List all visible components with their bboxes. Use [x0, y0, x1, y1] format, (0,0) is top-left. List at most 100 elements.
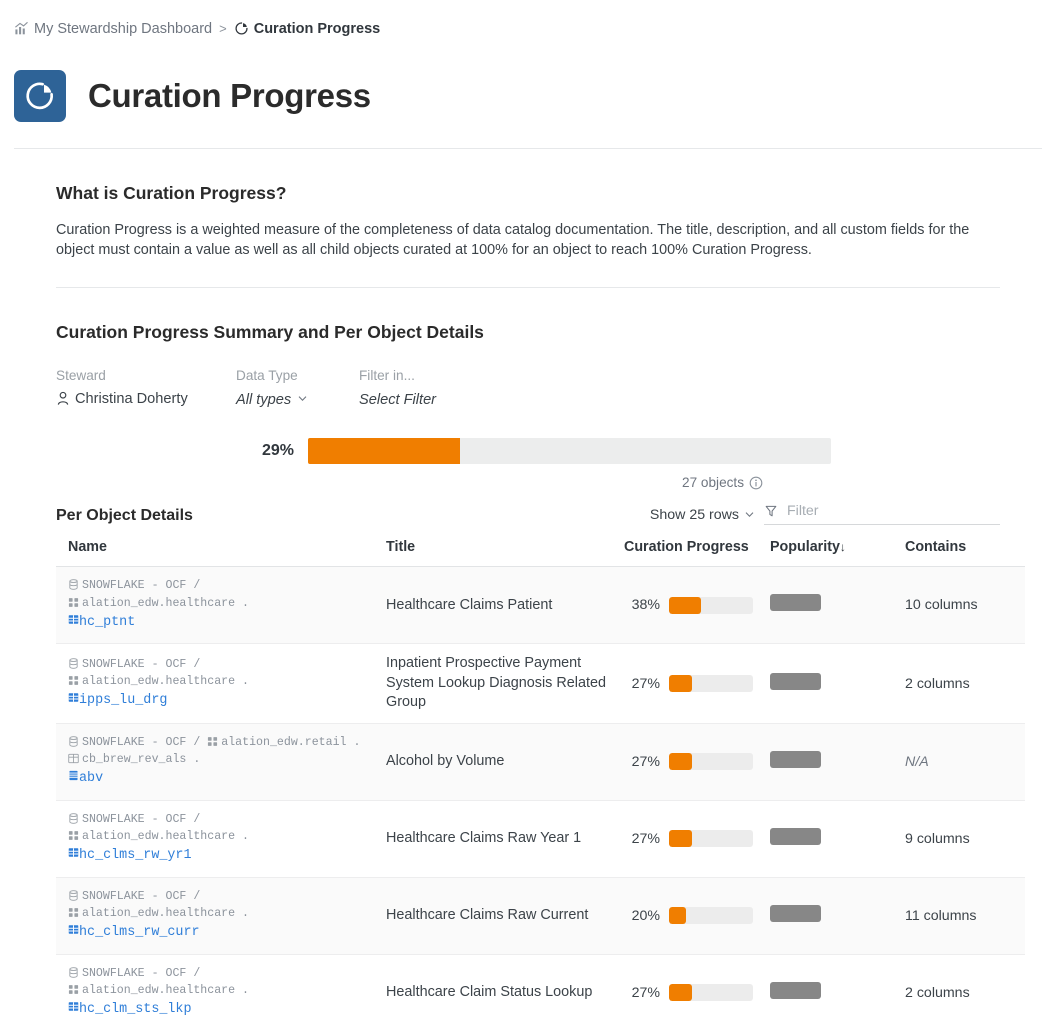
cell-curation-progress: 27%	[624, 954, 770, 1016]
curation-progress-fill	[669, 830, 692, 848]
path-segment[interactable]: SNOWFLAKE - OCF /	[68, 890, 200, 903]
table-row[interactable]: SNOWFLAKE - OCF / alation_edw.healthcare…	[56, 877, 1025, 955]
table-row[interactable]: SNOWFLAKE - OCF / alation_edw.retail . c…	[56, 723, 1025, 801]
cell-popularity	[770, 954, 905, 1016]
per-object-details-table: Name Title Curation Progress Popularity↓…	[56, 539, 1025, 1016]
column-header-name[interactable]: Name	[56, 539, 386, 568]
page-header: Curation Progress	[0, 44, 1056, 148]
curation-progress-percent: 27%	[631, 984, 660, 1001]
database-icon	[68, 812, 79, 824]
schema-icon	[68, 830, 79, 841]
about-heading: What is Curation Progress?	[56, 183, 287, 203]
table-title: Per Object Details	[56, 507, 193, 525]
popularity-bar	[770, 672, 821, 690]
popularity-bar	[770, 981, 821, 999]
column-header-curation-progress[interactable]: Curation Progress	[624, 539, 770, 568]
path-segment[interactable]: SNOWFLAKE - OCF /	[68, 813, 200, 826]
cell-curation-progress: 27%	[624, 800, 770, 878]
object-path: SNOWFLAKE - OCF / alation_edw.retail . c…	[68, 734, 386, 769]
cell-curation-progress: 27%	[624, 723, 770, 801]
info-circle-icon[interactable]	[749, 476, 763, 490]
path-segment[interactable]: SNOWFLAKE - OCF /	[68, 658, 200, 671]
breadcrumb-item-current-label: Curation Progress	[253, 20, 381, 37]
objects-count-label: 27 objects	[682, 475, 744, 491]
breadcrumb-item-dashboard[interactable]: My Stewardship Dashboard	[14, 21, 212, 37]
column-header-contains[interactable]: Contains	[905, 539, 1025, 568]
path-segment[interactable]: alation_edw.healthcare .	[68, 675, 249, 688]
object-link[interactable]: hc_clms_rw_curr	[68, 923, 386, 944]
path-segment[interactable]: alation_edw.healthcare .	[68, 984, 249, 997]
cell-title: Inpatient Prospective Payment System Loo…	[386, 643, 624, 724]
object-link-label: abv	[79, 770, 104, 786]
curation-progress-track	[669, 907, 753, 925]
popularity-bar	[770, 750, 821, 768]
curation-progress-fill	[669, 753, 692, 771]
path-segment[interactable]: alation_edw.healthcare .	[68, 830, 249, 843]
path-segment[interactable]: SNOWFLAKE - OCF /	[68, 736, 200, 749]
path-segment[interactable]: cb_brew_rev_als .	[68, 753, 200, 766]
curation-progress-track	[669, 596, 753, 614]
chevron-down-icon	[745, 510, 754, 521]
column-header-popularity-label: Popularity	[770, 539, 840, 556]
table-row[interactable]: SNOWFLAKE - OCF / alation_edw.healthcare…	[56, 954, 1025, 1016]
curation-progress-percent: 27%	[631, 830, 660, 847]
objects-count: 27 objects	[56, 475, 1000, 490]
cell-contains: 2 columns	[905, 954, 1025, 1016]
table-icon	[68, 1001, 79, 1012]
facet-data-type-select[interactable]: All types	[236, 392, 307, 408]
curation-progress-percent: 38%	[631, 597, 660, 614]
schema-icon	[68, 907, 79, 918]
path-segment[interactable]: SNOWFLAKE - OCF /	[68, 967, 200, 980]
table-row[interactable]: SNOWFLAKE - OCF / alation_edw.healthcare…	[56, 643, 1025, 724]
database-icon	[68, 579, 79, 591]
object-path: SNOWFLAKE - OCF / alation_edw.healthcare…	[68, 577, 386, 612]
column-header-title[interactable]: Title	[386, 539, 624, 568]
header-divider	[14, 148, 1042, 149]
table-row[interactable]: SNOWFLAKE - OCF / alation_edw.healthcare…	[56, 800, 1025, 878]
path-segment[interactable]: alation_edw.healthcare .	[68, 597, 249, 610]
cell-contains: 11 columns	[905, 877, 1025, 955]
schema-icon	[207, 736, 218, 747]
show-rows-dropdown[interactable]: Show 25 rows	[650, 507, 754, 525]
cell-popularity	[770, 566, 905, 645]
object-link-label: hc_clm_sts_lkp	[79, 1001, 192, 1016]
object-link[interactable]: abv	[68, 769, 386, 790]
path-segment[interactable]: alation_edw.retail .	[207, 736, 360, 749]
person-icon	[56, 391, 70, 406]
filter-field[interactable]	[764, 502, 1000, 526]
curation-progress-track	[669, 675, 753, 693]
facet-data-type: Data Type All types	[236, 368, 359, 412]
funnel-icon	[764, 504, 778, 518]
table-icon	[68, 753, 79, 764]
facet-steward-value[interactable]: Christina Doherty	[56, 391, 188, 407]
chevron-down-icon	[298, 394, 307, 405]
filter-input[interactable]	[785, 502, 985, 521]
object-link[interactable]: hc_clm_sts_lkp	[68, 1000, 386, 1016]
table-row[interactable]: SNOWFLAKE - OCF / alation_edw.healthcare…	[56, 566, 1025, 645]
curation-progress-fill	[669, 675, 692, 693]
column-header-popularity[interactable]: Popularity↓	[770, 539, 905, 568]
object-link[interactable]: ipps_lu_drg	[68, 691, 386, 712]
facet-steward-label: Steward	[56, 367, 106, 383]
object-link[interactable]: hc_clms_rw_yr1	[68, 846, 386, 867]
popularity-bar	[770, 594, 821, 612]
cell-curation-progress: 38%	[624, 566, 770, 645]
cell-title: Healthcare Claims Raw Current	[386, 877, 624, 955]
path-segment[interactable]: SNOWFLAKE - OCF /	[68, 579, 200, 592]
curation-progress-fill	[669, 907, 686, 925]
cell-popularity	[770, 877, 905, 955]
popularity-bar	[770, 827, 821, 845]
facet-filter-in-select[interactable]: Select Filter	[359, 392, 436, 408]
path-segment[interactable]: alation_edw.healthcare .	[68, 907, 249, 920]
object-link[interactable]: hc_ptnt	[68, 613, 386, 634]
overall-progress-track	[308, 438, 831, 465]
pie-chart-icon	[234, 21, 249, 36]
chart-trend-icon	[14, 21, 29, 36]
object-link-label: hc_ptnt	[79, 614, 136, 630]
summary-facets: Steward Christina Doherty Data Type All …	[56, 368, 1000, 412]
table-body: SNOWFLAKE - OCF / alation_edw.healthcare…	[56, 566, 1025, 1016]
table-header-row: Name Title Curation Progress Popularity↓…	[56, 539, 1025, 568]
cell-contains: N/A	[905, 723, 1025, 801]
cell-title: Healthcare Claim Status Lookup	[386, 954, 624, 1016]
cell-popularity	[770, 643, 905, 724]
